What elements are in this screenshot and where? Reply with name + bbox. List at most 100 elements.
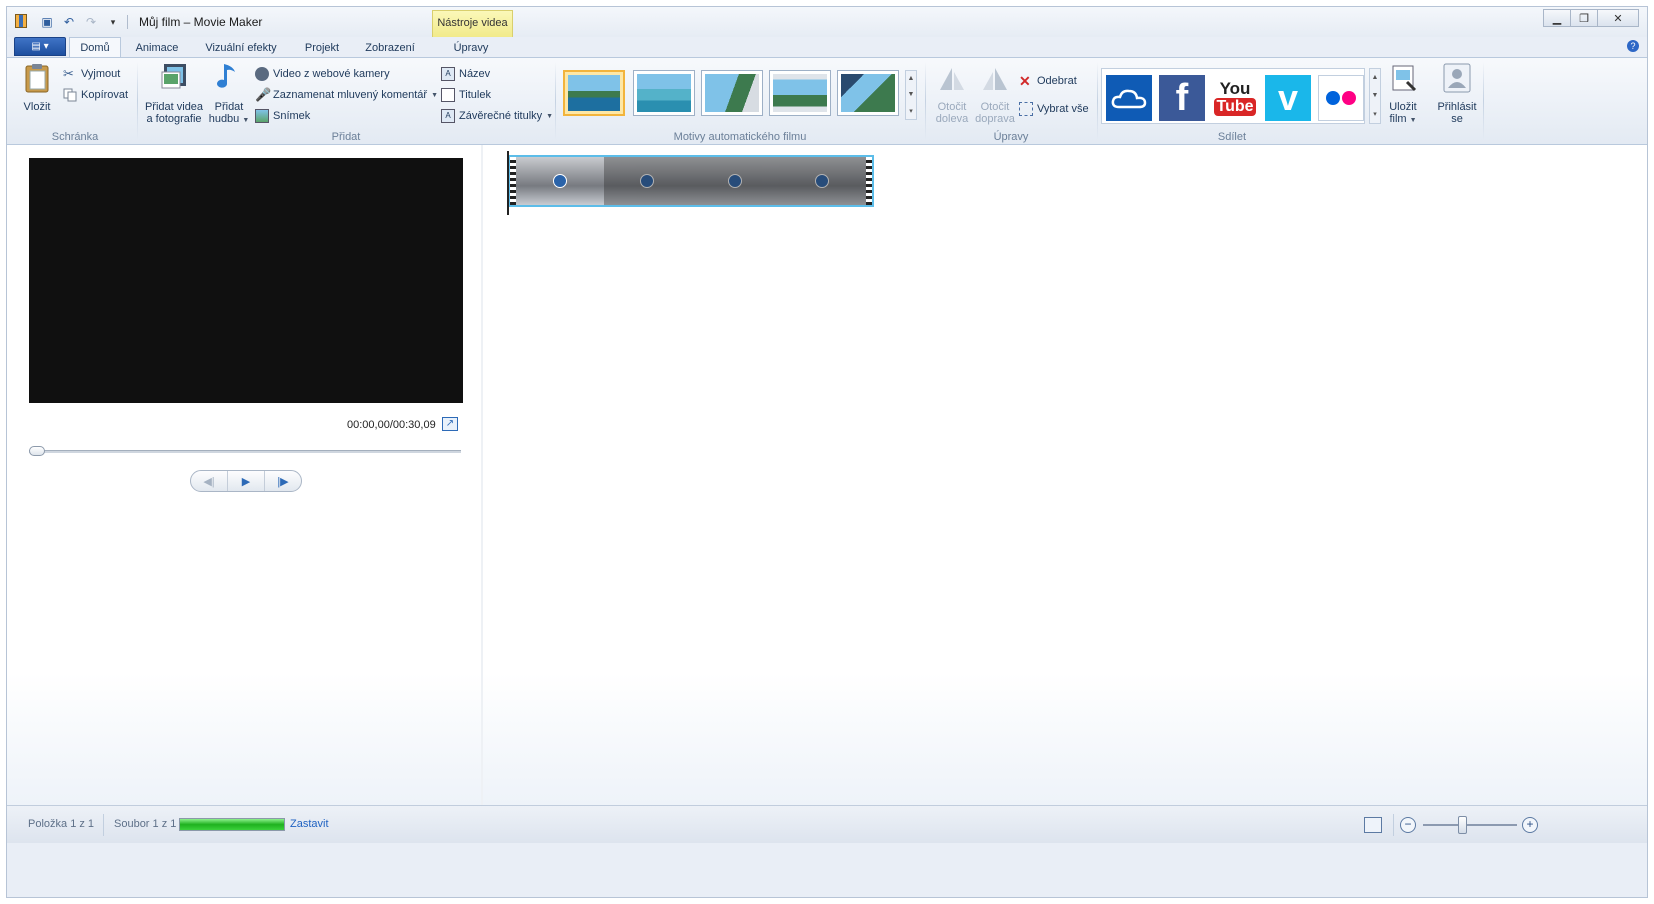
video-preview[interactable] — [29, 158, 463, 403]
scroll-up-icon[interactable]: ▲ — [1372, 74, 1379, 81]
title-button[interactable]: A Název — [441, 65, 490, 83]
select-all-label: Vybrat vše — [1037, 103, 1089, 115]
tab-view[interactable]: Zobrazení — [357, 39, 423, 57]
zoom-in-icon[interactable]: + — [1522, 817, 1538, 833]
scroll-up-icon[interactable]: ▲ — [908, 75, 915, 82]
tab-animations[interactable]: Animace — [127, 39, 187, 57]
title-bar: ▣ ↶ ↷ ▾ Můj film – Movie Maker Nástroje … — [7, 7, 1647, 37]
next-frame-button[interactable]: |▶ — [265, 471, 301, 491]
tab-visual-effects[interactable]: Vizuální efekty — [197, 39, 285, 57]
save-movie-icon — [1392, 65, 1417, 92]
share-scroll[interactable]: ▲ ▼ ▾ — [1369, 68, 1381, 124]
zoom-out-icon[interactable]: − — [1400, 817, 1416, 833]
customize-qat-icon[interactable]: ▾ — [105, 14, 121, 30]
fullscreen-icon[interactable]: ↗ — [442, 417, 458, 431]
add-videos-button[interactable]: Přidat videa a fotografie — [143, 62, 205, 125]
undo-icon[interactable]: ↶ — [61, 14, 77, 30]
movie-maker-icon[interactable] — [15, 14, 27, 28]
save-movie-label-2: film — [1389, 113, 1407, 125]
clock-icon — [815, 174, 830, 188]
share-group-label: Sdílet — [1217, 131, 1247, 143]
select-all-button[interactable]: Vybrat vše — [1019, 100, 1089, 118]
zoom-slider[interactable] — [1423, 824, 1517, 826]
play-button[interactable]: ▶ — [228, 471, 265, 491]
rotate-left-button[interactable]: Otočit doleva — [931, 62, 973, 125]
remove-button[interactable]: ✕ Odebrat — [1019, 72, 1077, 90]
more-icon[interactable]: ▾ — [1373, 110, 1377, 118]
status-separator — [1393, 814, 1394, 836]
stop-link[interactable]: Zastavit — [290, 818, 329, 830]
storyboard-clip[interactable] — [508, 155, 874, 207]
theme-thumbnail[interactable] — [563, 70, 625, 116]
webcam-button[interactable]: Video z webové kamery — [255, 65, 390, 83]
vimeo-icon[interactable]: v — [1265, 75, 1311, 121]
add-videos-label-1: Přidat videa — [144, 101, 204, 113]
maximize-button[interactable]: ❐ — [1570, 9, 1598, 27]
group-separator — [925, 62, 926, 140]
paste-button[interactable]: Vložit — [19, 62, 55, 113]
progress-bar — [179, 818, 285, 831]
progress-fill — [180, 819, 284, 830]
help-icon[interactable]: ? — [1627, 40, 1639, 52]
pane-splitter[interactable] — [481, 145, 483, 805]
caption-button[interactable]: Titulek — [441, 86, 491, 104]
ribbon-tabs: ▤ ▾ Domů Animace Vizuální efekty Projekt… — [7, 37, 1647, 57]
status-separator — [103, 814, 104, 836]
copy-button[interactable]: Kopírovat — [63, 86, 128, 104]
theme-thumbnail[interactable] — [837, 70, 899, 116]
status-bar: Položka 1 z 1 Soubor 1 z 1 Zastavit − + — [7, 805, 1647, 843]
group-share: f You Tube v ▲▼▾ Uložit film ▼ Přihlás — [1101, 60, 1481, 144]
group-separator — [1097, 62, 1098, 140]
previous-frame-button[interactable]: ◀| — [191, 471, 228, 491]
paste-label: Vložit — [23, 101, 51, 113]
tab-project[interactable]: Projekt — [295, 39, 349, 57]
rotate-right-label-2: doprava — [975, 113, 1015, 125]
theme-thumbnail[interactable] — [633, 70, 695, 116]
scroll-down-icon[interactable]: ▼ — [1372, 92, 1379, 99]
minimize-button[interactable]: ▁ — [1543, 9, 1571, 27]
theme-thumbnail[interactable] — [769, 70, 831, 116]
chevron-down-icon: ▼ — [431, 91, 439, 99]
file-menu-button[interactable]: ▤ ▾ — [14, 37, 66, 56]
zoom-thumb[interactable] — [1458, 816, 1467, 834]
redo-icon[interactable]: ↷ — [83, 14, 99, 30]
add-music-button[interactable]: Přidat hudbu ▼ — [207, 62, 251, 127]
clock-icon — [552, 174, 567, 188]
rotate-right-button[interactable]: Otočit doprava — [973, 62, 1017, 125]
storyboard-view-icon[interactable] — [1364, 817, 1382, 833]
flickr-icon[interactable] — [1318, 75, 1364, 121]
remove-label: Odebrat — [1037, 75, 1077, 87]
save-movie-label-1: Uložit — [1389, 101, 1417, 113]
clip-frame — [516, 157, 604, 205]
youtube-icon[interactable]: You Tube — [1212, 75, 1258, 121]
group-clipboard: Vložit ✂ Vyjmout Kopírovat Schránka — [13, 60, 137, 144]
quick-access-toolbar: ▣ ↶ ↷ ▾ — [39, 13, 128, 31]
theme-thumbnail[interactable] — [701, 70, 763, 116]
onedrive-icon[interactable] — [1106, 75, 1152, 121]
themes-scroll[interactable]: ▲ ▼ ▾ — [905, 70, 917, 120]
save-movie-button[interactable]: Uložit film ▼ — [1383, 62, 1423, 127]
seek-thumb[interactable] — [29, 446, 45, 456]
film-sprocket — [866, 157, 872, 205]
narration-label: Zaznamenat mluvený komentář — [273, 89, 428, 101]
more-icon[interactable]: ▾ — [909, 107, 913, 115]
editing-group-label: Úpravy — [993, 131, 1029, 143]
clipboard-group-label: Schránka — [51, 131, 99, 143]
scroll-down-icon[interactable]: ▼ — [908, 91, 915, 98]
tab-edit[interactable]: Úpravy — [439, 39, 503, 57]
narration-button[interactable]: 🎤 Zaznamenat mluvený komentář ▼ — [255, 86, 438, 104]
cut-button[interactable]: ✂ Vyjmout — [63, 65, 120, 83]
snapshot-button[interactable]: Snímek — [255, 107, 310, 125]
title-label: Název — [459, 68, 491, 80]
context-tab-header: Nástroje videa — [432, 10, 513, 37]
clip-frame — [691, 157, 779, 205]
playhead[interactable] — [507, 151, 509, 215]
group-separator — [137, 62, 138, 140]
seek-bar[interactable] — [29, 450, 461, 453]
tab-home[interactable]: Domů — [69, 37, 121, 57]
facebook-icon[interactable]: f — [1159, 75, 1205, 121]
sign-in-button[interactable]: Přihlásit se — [1435, 62, 1479, 125]
credits-button[interactable]: A Závěrečné titulky ▼ — [441, 107, 553, 125]
save-icon[interactable]: ▣ — [39, 14, 55, 30]
close-button[interactable]: ✕ — [1597, 9, 1639, 27]
